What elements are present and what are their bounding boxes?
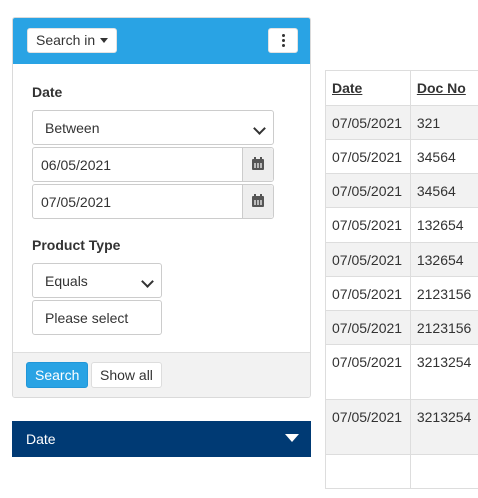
show-all-button[interactable]: Show all	[91, 362, 162, 388]
calendar-icon	[252, 157, 264, 170]
cell-date: 07/05/2021	[326, 399, 411, 455]
table-row	[326, 454, 478, 489]
cell-date: 07/05/2021	[326, 344, 411, 400]
cell-doc-no: 3213254	[410, 344, 478, 400]
date-label: Date	[32, 84, 63, 100]
kebab-icon	[281, 34, 285, 37]
cell-doc-no: 132654	[410, 207, 478, 243]
date-from-value: 06/05/2021	[41, 156, 112, 173]
chevron-down-icon	[141, 275, 154, 288]
date-operator-select[interactable]: Between	[32, 110, 274, 145]
product-type-operator-value: Equals	[45, 272, 88, 289]
date-to-value: 07/05/2021	[41, 193, 112, 210]
cell-doc-no	[410, 454, 478, 489]
cell-date: 07/05/2021	[326, 207, 411, 243]
accordion-title: Date	[26, 431, 56, 447]
cell-doc-no: 34564	[410, 173, 478, 208]
column-header-date[interactable]: Date	[326, 71, 411, 106]
table-row[interactable]: 07/05/2021 132654	[326, 207, 478, 243]
cell-date: 07/05/2021	[326, 105, 411, 140]
date-to-input[interactable]: 07/05/2021	[32, 184, 274, 219]
caret-down-icon	[100, 38, 109, 43]
table-row[interactable]: 07/05/2021 3213254	[326, 399, 478, 455]
chevron-down-icon	[253, 122, 266, 135]
table-row[interactable]: 07/05/2021 132654	[326, 242, 478, 277]
caret-down-icon	[285, 434, 299, 442]
search-panel-header: Search in	[13, 18, 310, 64]
cell-date: 07/05/2021	[326, 173, 411, 208]
date-accordion-header[interactable]: Date	[12, 421, 311, 457]
table-row[interactable]: 07/05/2021 2123156	[326, 310, 478, 345]
calendar-icon	[252, 194, 264, 207]
search-panel: Search in Date Between 06/05/2021 07/05/…	[12, 17, 311, 398]
cell-doc-no: 132654	[410, 242, 478, 277]
more-options-button[interactable]	[268, 28, 298, 53]
search-button[interactable]: Search	[26, 362, 89, 388]
table-row[interactable]: 07/05/2021 321	[326, 105, 478, 140]
product-type-label: Product Type	[32, 237, 121, 253]
table-row[interactable]: 07/05/2021 34564	[326, 173, 478, 208]
results-grid: Date Doc No 07/05/2021 321 07/05/2021 3456…	[325, 70, 478, 489]
search-in-button[interactable]: Search in	[27, 28, 118, 53]
cell-date	[326, 454, 411, 489]
cell-doc-no: 3213254	[410, 399, 478, 455]
table-row[interactable]: 07/05/2021 34564	[326, 139, 478, 174]
date-operator-value: Between	[45, 119, 100, 136]
cell-date: 07/05/2021	[326, 242, 411, 277]
date-from-input[interactable]: 06/05/2021	[32, 147, 274, 182]
cell-date: 07/05/2021	[326, 276, 411, 311]
table-row[interactable]: 07/05/2021 3213254	[326, 344, 478, 400]
search-in-label: Search in	[36, 32, 96, 48]
date-to-calendar-button[interactable]	[242, 185, 273, 218]
product-type-operator-select[interactable]: Equals	[32, 263, 162, 298]
product-type-select[interactable]: Please select	[32, 300, 162, 335]
cell-date: 07/05/2021	[326, 310, 411, 345]
column-header-doc-no[interactable]: Doc No	[410, 71, 478, 106]
date-from-calendar-button[interactable]	[242, 148, 273, 181]
product-type-placeholder: Please select	[45, 309, 129, 326]
cell-doc-no: 2123156	[410, 276, 478, 311]
cell-doc-no: 321	[410, 105, 478, 140]
cell-doc-no: 2123156	[410, 310, 478, 345]
table-row[interactable]: 07/05/2021 2123156	[326, 276, 478, 311]
cell-date: 07/05/2021	[326, 139, 411, 174]
search-panel-footer: Search Show all	[13, 352, 310, 397]
cell-doc-no: 34564	[410, 139, 478, 174]
